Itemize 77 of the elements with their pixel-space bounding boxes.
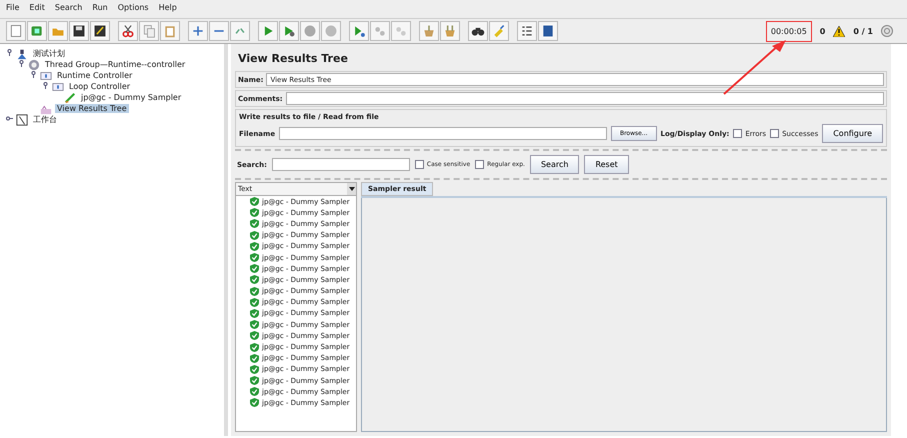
menu-item[interactable]: Help [158,3,177,15]
tree-item[interactable]: 工作台 [31,114,59,125]
menu-item[interactable]: Options [118,3,149,15]
check-shield-icon [250,208,259,218]
reset-button[interactable]: Reset [584,155,629,174]
comments-field[interactable] [286,92,884,105]
check-shield-icon [250,286,259,296]
listener-node-icon [40,102,52,114]
tree-item[interactable]: Thread Group—Runtime--controller [43,60,188,69]
save-as-icon[interactable] [90,21,110,41]
controller-node-icon [40,70,52,82]
elapsed-timer: 00:00:05 [766,20,812,42]
toggle-icon[interactable] [230,21,250,41]
check-shield-icon [250,387,259,396]
template-icon[interactable] [27,21,47,41]
tree-item[interactable]: jp@gc - Dummy Sampler [79,93,184,102]
menu-item[interactable]: Run [92,3,108,15]
blank-page-icon[interactable] [6,21,26,41]
sampler-node-icon [64,92,76,104]
check-shield-icon [250,354,259,363]
search-field[interactable] [272,158,410,171]
globe-icon[interactable] [881,25,893,37]
menu-item[interactable]: File [6,3,20,15]
broom-icon[interactable] [419,21,439,41]
remote-start-icon[interactable] [349,21,369,41]
controller-node-icon [52,80,64,92]
check-shield-icon [250,398,259,408]
check-shield-icon [250,253,259,262]
thread-count: 0 / 1 [853,26,873,36]
check-shield-icon [250,342,259,352]
checkbox[interactable] [475,160,484,169]
panel-title: View Results Tree [237,51,349,67]
check-shield-icon [250,219,259,228]
cut-icon[interactable] [118,21,138,41]
plus-icon[interactable] [188,21,208,41]
check-shield-icon [250,242,259,251]
save-icon[interactable] [69,21,89,41]
tree-item[interactable]: Runtime Controller [55,71,134,80]
filename-field[interactable] [279,127,607,140]
check-shield-icon [250,264,259,274]
check-shield-icon [250,376,259,386]
checkbox[interactable] [414,160,424,169]
menu-item[interactable]: Edit [29,3,45,15]
list-icon[interactable] [517,21,537,41]
play-icon[interactable] [258,21,278,41]
expanded-handle-icon[interactable] [42,82,49,91]
tree-item[interactable]: Loop Controller [67,82,132,91]
play-no-pause-icon[interactable] [279,21,299,41]
menu-item[interactable]: Search [54,3,82,15]
tree-item[interactable]: View Results Tree [55,104,129,113]
broom-icon[interactable] [440,21,460,41]
group-node-icon [28,58,40,70]
expanded-handle-icon[interactable] [6,49,13,58]
expanded-handle-icon[interactable] [18,60,25,69]
check-shield-icon [250,298,259,307]
check-shield-icon [250,308,259,318]
checkbox[interactable] [733,129,742,138]
tree-item[interactable]: 测试计划 [31,48,67,59]
minus-icon[interactable] [209,21,229,41]
help-book-icon[interactable] [538,21,558,41]
check-shield-icon [250,331,259,340]
warning-icon [833,26,846,36]
checkbox[interactable] [770,129,780,138]
configure-button[interactable]: Configure [822,124,883,143]
check-shield-icon [250,364,259,374]
search-button[interactable]: Search [530,155,580,174]
check-shield-icon [250,320,259,330]
warning-count: 0 [820,26,826,36]
binoculars-icon[interactable] [468,21,488,41]
paste-icon[interactable] [160,21,180,41]
expanded-handle-icon[interactable] [30,71,37,80]
check-shield-icon [250,275,259,284]
workbench-node-icon [16,114,28,126]
dropdown-caret-icon[interactable] [348,187,354,191]
plan-node-icon [16,48,28,60]
check-shield-icon [250,197,259,206]
check-shield-icon [250,230,259,240]
